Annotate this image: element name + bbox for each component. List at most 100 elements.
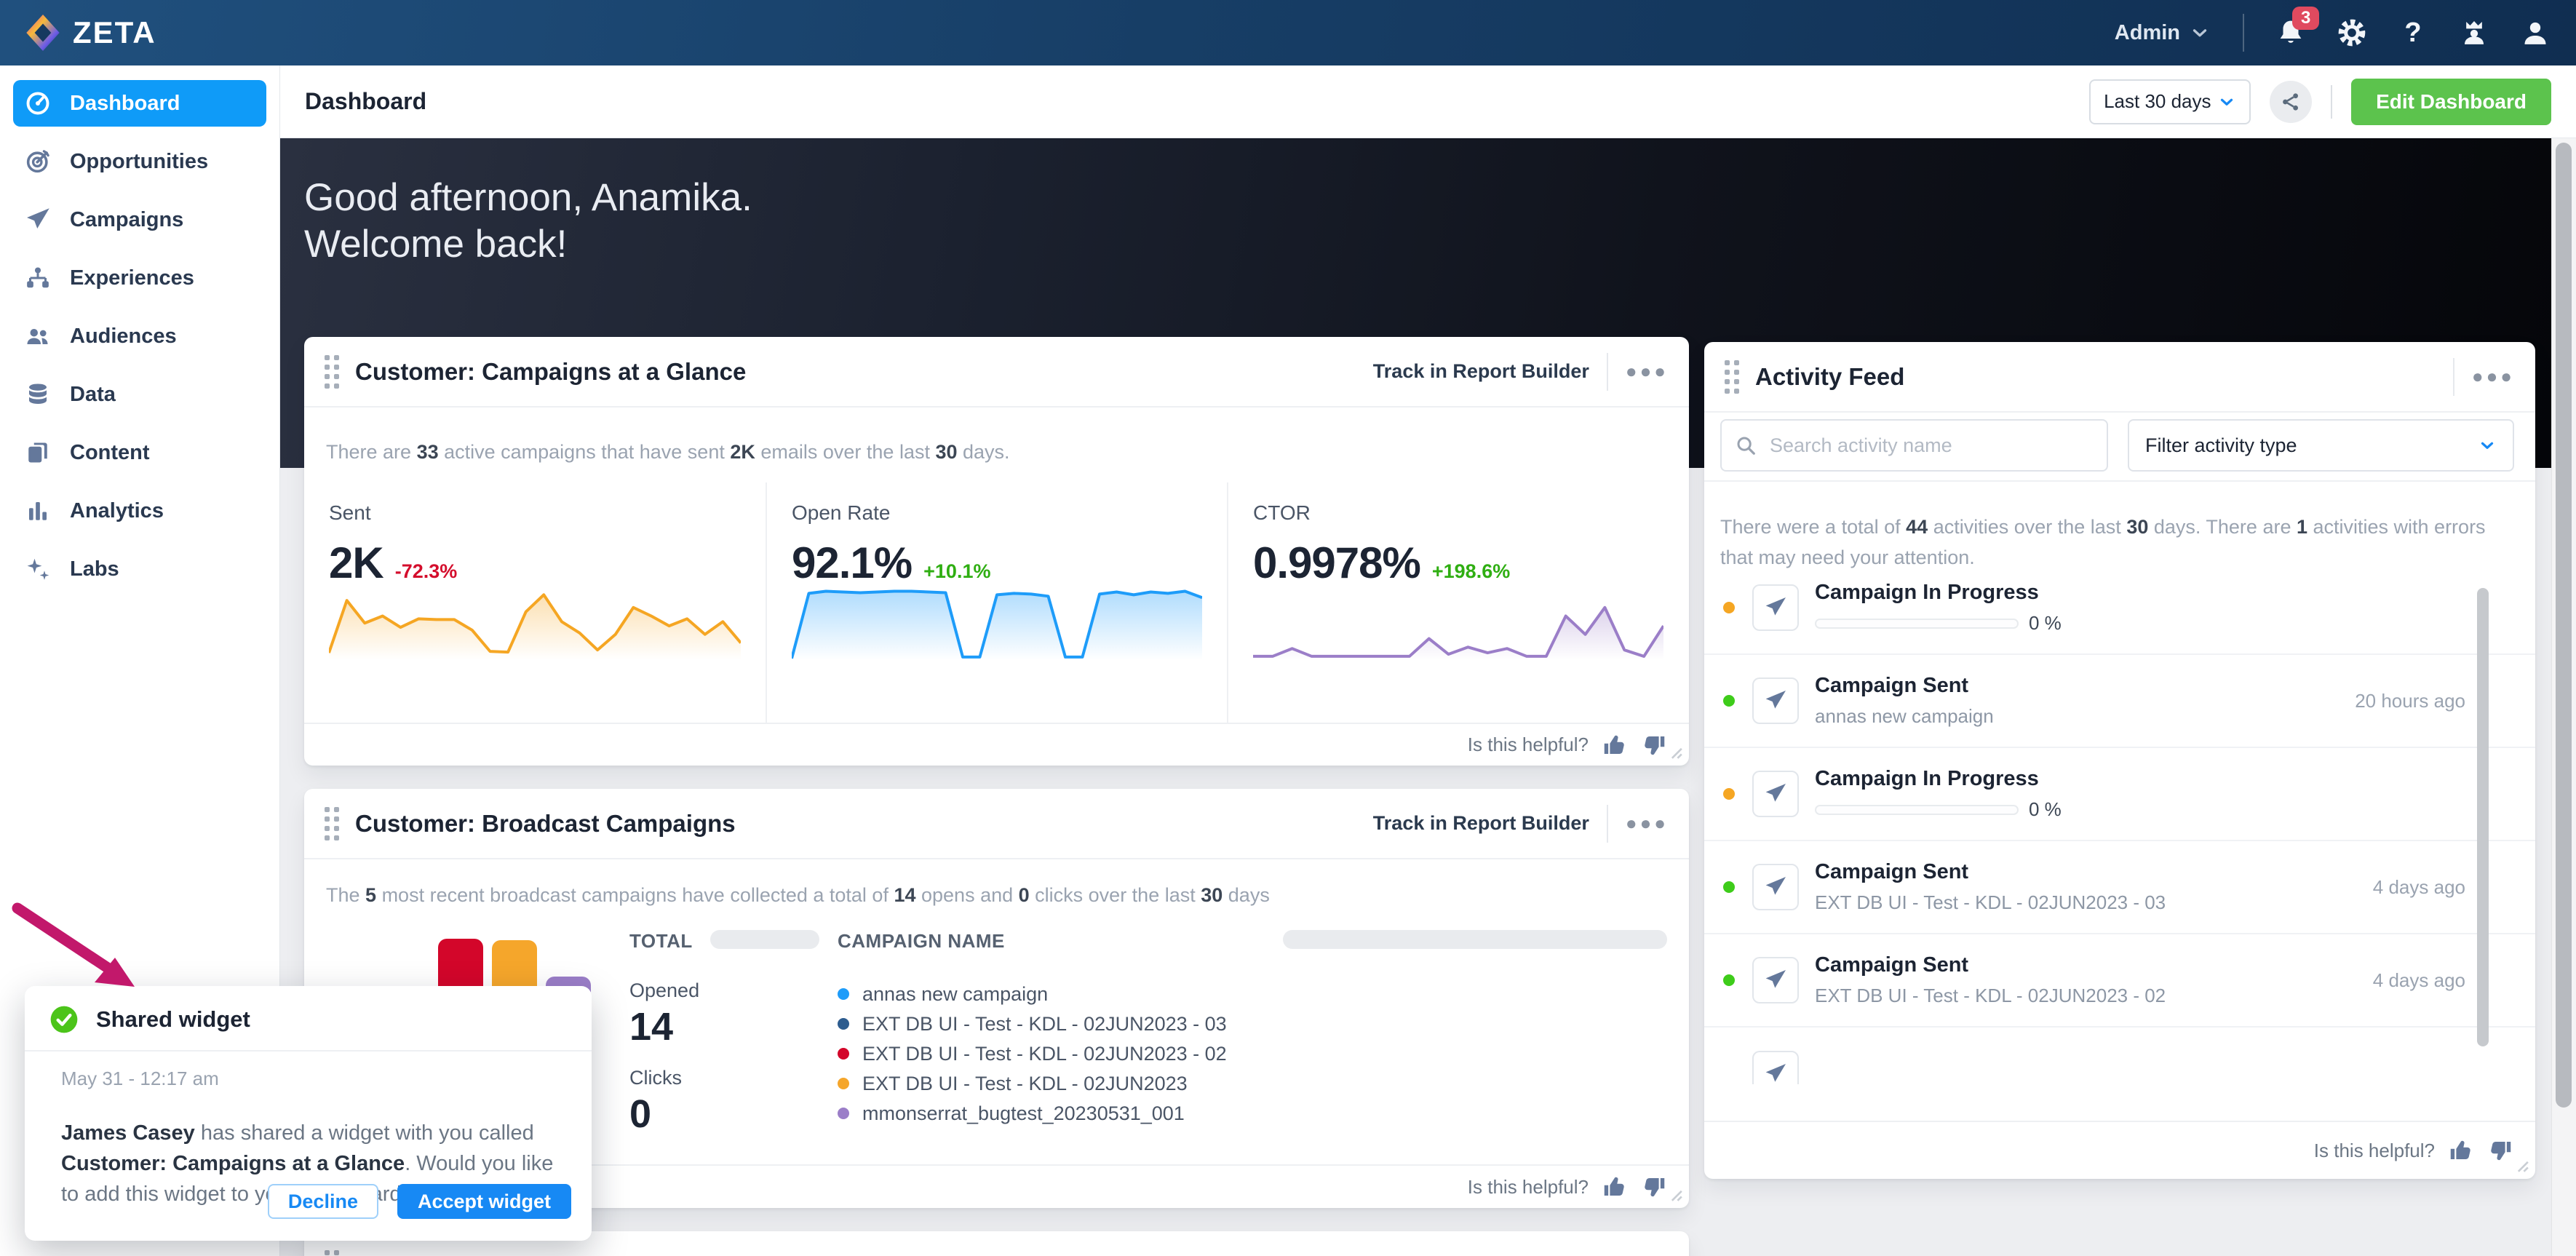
sidebar-item-label: Data xyxy=(70,383,116,407)
popup-timestamp: May 31 - 12:17 am xyxy=(61,1068,219,1090)
drag-handle-icon[interactable] xyxy=(325,355,339,389)
chevron-down-icon xyxy=(2217,92,2236,111)
documents-icon xyxy=(25,440,51,466)
annotation-arrow xyxy=(7,901,153,1003)
campaign-plane-icon xyxy=(1752,957,1799,1003)
chevron-down-icon xyxy=(2189,22,2211,44)
helpful-label: Is this helpful? xyxy=(1468,734,1589,756)
progress-value: 0 % xyxy=(2029,798,2062,821)
settings-gear-icon[interactable] xyxy=(2337,18,2366,47)
admin-user-icon[interactable] xyxy=(2460,18,2489,47)
page-scrollbar-track[interactable] xyxy=(2551,138,2576,1256)
header-pill xyxy=(1283,930,1667,949)
campaign-plane-icon xyxy=(1752,1051,1799,1084)
greeting-line2: Welcome back! xyxy=(304,221,752,268)
admin-label: Admin xyxy=(2115,21,2180,45)
thumbs-down-icon[interactable] xyxy=(1641,732,1667,758)
zeta-logo[interactable]: ZETA xyxy=(26,15,156,51)
date-range-select[interactable]: Last 30 days xyxy=(2089,79,2251,124)
progress-row: 0 % xyxy=(1815,798,2062,821)
widget-title: Customer: Broadcast Campaigns xyxy=(355,810,736,838)
resize-handle-icon[interactable] xyxy=(1664,741,1683,760)
thumbs-down-icon[interactable] xyxy=(1641,1174,1667,1200)
track-in-report-builder-link[interactable]: Track in Report Builder xyxy=(1373,812,1589,835)
campaign-name: annas new campaign xyxy=(862,983,1048,1006)
campaign-plane-icon xyxy=(1752,584,1799,631)
sidebar-item-label: Content xyxy=(70,441,150,465)
database-icon xyxy=(25,381,51,408)
success-check-icon xyxy=(49,1005,79,1034)
topbar-divider xyxy=(2243,14,2244,52)
decline-button[interactable]: Decline xyxy=(268,1184,378,1219)
campaign-name: mmonserrat_bugtest_20230531_001 xyxy=(862,1102,1185,1125)
thumbs-down-icon[interactable] xyxy=(2487,1137,2513,1164)
sidebar-item-data[interactable]: Data xyxy=(13,371,266,418)
thumbs-up-icon[interactable] xyxy=(1602,1174,1628,1200)
opened-label: Opened xyxy=(629,979,699,1002)
campaign-plane-icon xyxy=(1752,864,1799,910)
clicks-label: Clicks xyxy=(629,1067,682,1089)
page-title: Dashboard xyxy=(305,88,426,115)
open-rate-sparkline-chart xyxy=(792,581,1202,660)
header-divider xyxy=(2453,358,2454,396)
user-profile-icon[interactable] xyxy=(2521,18,2550,47)
total-column-header: TOTAL xyxy=(629,930,693,953)
sidebar-item-opportunities[interactable]: Opportunities xyxy=(13,138,266,185)
widget-title: Audiences at a Glance xyxy=(355,1253,611,1256)
sidebar-item-experiences[interactable]: Experiences xyxy=(13,255,266,301)
activity-item[interactable]: Campaign Sentannas new campaign20 hours … xyxy=(1704,655,2535,748)
widget-menu-icon[interactable]: ●●● xyxy=(1626,812,1669,835)
kpi-value: 92.1% xyxy=(792,538,912,588)
sidebar-item-labs[interactable]: Labs xyxy=(13,546,266,592)
widget-menu-icon[interactable]: ●●● xyxy=(1626,360,1669,383)
activity-item[interactable]: Campaign SentEXT DB UI - Test - KDL - 02… xyxy=(1704,934,2535,1028)
help-icon[interactable]: ? xyxy=(2398,18,2428,47)
popup-title: Shared widget xyxy=(96,1006,250,1033)
bar-chart-icon xyxy=(25,498,51,524)
activity-list-scrollbar[interactable] xyxy=(2477,588,2489,1046)
legend-dot xyxy=(838,1018,849,1030)
page-scrollbar-thumb[interactable] xyxy=(2556,143,2572,1108)
activity-text: Campaign Sentannas new campaign xyxy=(1815,674,1994,728)
sidebar-item-label: Campaigns xyxy=(70,208,183,232)
activity-item[interactable]: Campaign In Progress0 % xyxy=(1704,748,2535,841)
flow-icon xyxy=(25,265,51,291)
activity-title: Campaign Sent xyxy=(1815,674,1994,698)
thumbs-up-icon[interactable] xyxy=(1602,732,1628,758)
share-icon xyxy=(2280,91,2302,113)
track-in-report-builder-link[interactable]: Track in Report Builder xyxy=(1373,360,1589,383)
search-input[interactable] xyxy=(1768,434,2094,458)
sidebar-item-analytics[interactable]: Analytics xyxy=(13,488,266,534)
people-icon xyxy=(25,323,51,349)
notifications-bell-icon[interactable]: 3 xyxy=(2276,18,2305,47)
notification-count-badge: 3 xyxy=(2292,7,2319,30)
brand-name: ZETA xyxy=(73,15,156,50)
campaign-legend: annas new campaignEXT DB UI - Test - KDL… xyxy=(838,982,1227,1132)
drag-handle-icon[interactable] xyxy=(1725,360,1739,394)
sidebar-item-label: Dashboard xyxy=(70,92,180,116)
sidebar-item-content[interactable]: Content xyxy=(13,429,266,476)
drag-handle-icon[interactable] xyxy=(325,1250,339,1256)
activity-search-input[interactable] xyxy=(1720,419,2108,472)
accept-widget-button[interactable]: Accept widget xyxy=(397,1184,571,1219)
resize-handle-icon[interactable] xyxy=(2511,1154,2529,1173)
activity-type-filter-select[interactable]: Filter activity type xyxy=(2128,419,2514,472)
widget-menu-icon[interactable]: ●●● xyxy=(2472,365,2515,388)
widget-title: Customer: Campaigns at a Glance xyxy=(355,358,746,386)
activity-item[interactable]: Campaign In Progress0 % xyxy=(1704,562,2535,655)
activity-item[interactable]: Campaign SentEXT DB UI - Test - KDL - 02… xyxy=(1704,841,2535,934)
activity-time: 4 days ago xyxy=(2373,876,2465,899)
sidebar-item-campaigns[interactable]: Campaigns xyxy=(13,196,266,243)
shared-widget-popup: Shared widget May 31 - 12:17 am James Ca… xyxy=(25,986,592,1241)
edit-dashboard-button[interactable]: Edit Dashboard xyxy=(2351,79,2551,125)
admin-menu[interactable]: Admin xyxy=(2115,21,2211,45)
header-divider xyxy=(1607,353,1608,391)
sidebar-item-dashboard[interactable]: Dashboard xyxy=(13,80,266,127)
drag-handle-icon[interactable] xyxy=(325,807,339,840)
sidebar-item-label: Audiences xyxy=(70,325,177,349)
thumbs-up-icon[interactable] xyxy=(2448,1137,2474,1164)
sidebar-item-audiences[interactable]: Audiences xyxy=(13,313,266,359)
share-button[interactable] xyxy=(2270,81,2312,123)
resize-handle-icon[interactable] xyxy=(1664,1183,1683,1202)
activity-item[interactable] xyxy=(1704,1028,2535,1084)
